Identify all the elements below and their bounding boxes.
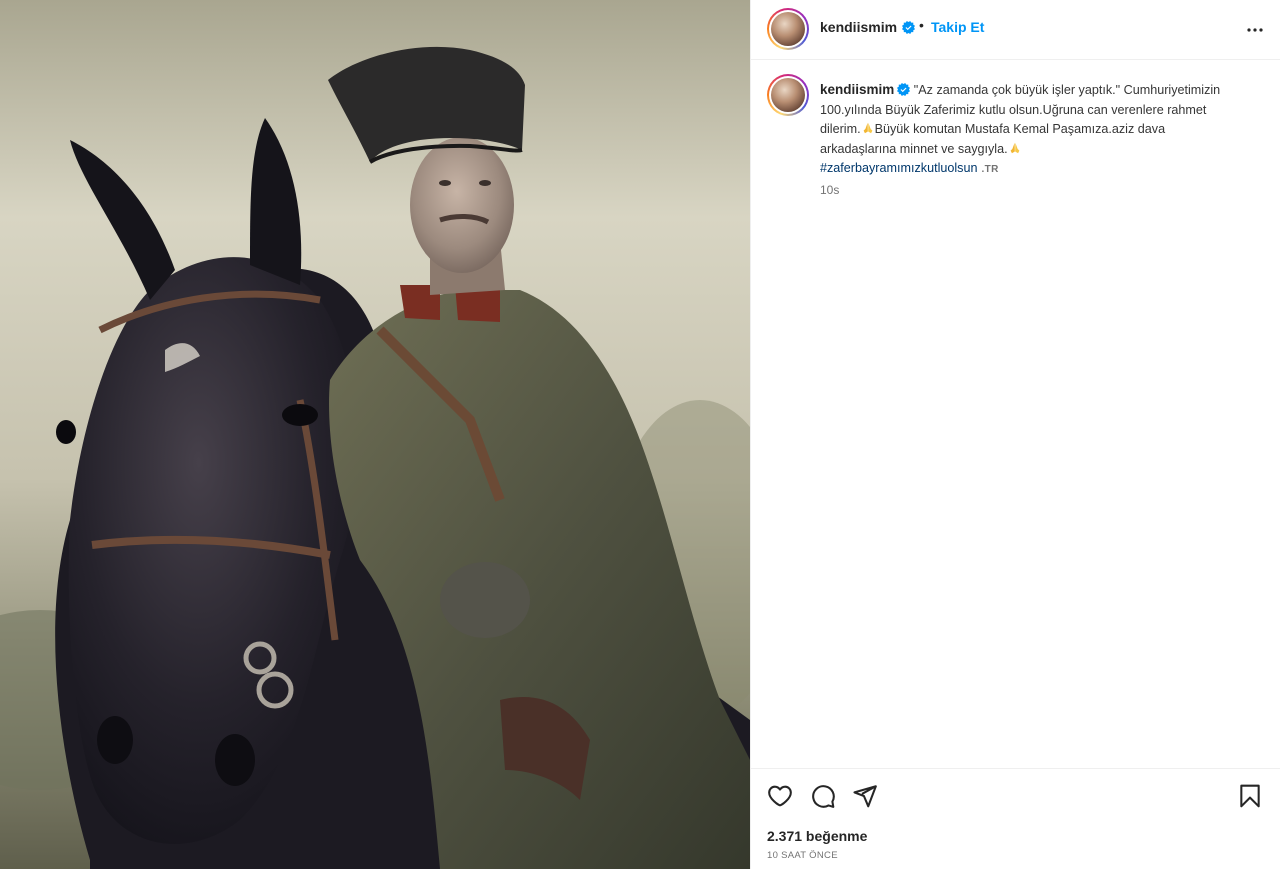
heart-icon[interactable] (767, 783, 793, 809)
hashtag-link[interactable]: #zaferbayramımızkutluolsun (820, 161, 978, 175)
tr-tag: .TR (981, 164, 999, 175)
caption-avatar[interactable] (767, 74, 809, 116)
post-header: kendiismim • Takip Et (751, 0, 1280, 60)
profile-avatar[interactable] (767, 8, 809, 50)
folded-hands-icon (863, 122, 872, 134)
more-options-button[interactable] (1243, 18, 1267, 42)
caption-username[interactable]: kendiismim (820, 82, 894, 97)
verified-badge-icon (897, 83, 911, 96)
header-username[interactable]: kendiismim (820, 19, 897, 35)
post-image-illustration (0, 0, 750, 869)
share-icon[interactable] (852, 783, 878, 809)
post-image[interactable] (0, 0, 750, 869)
separator-dot: • (919, 17, 924, 33)
more-horizontal-icon (1247, 28, 1263, 32)
comment-icon[interactable] (810, 783, 836, 809)
caption-timestamp[interactable]: 10s (820, 183, 839, 197)
folded-hands-icon (1010, 142, 1019, 153)
bookmark-icon[interactable] (1237, 783, 1263, 809)
likes-count[interactable]: 2.371 beğenme (767, 828, 867, 844)
verified-badge-icon (902, 21, 915, 34)
post-actions: 2.371 beğenme 10 SAAT ÖNCE (751, 768, 1280, 869)
post-timestamp[interactable]: 10 SAAT ÖNCE (767, 850, 838, 861)
post-side-panel: kendiismim • Takip Et kendiismim "Az zam… (750, 0, 1280, 869)
post-caption: kendiismim "Az zamanda çok büyük işler y… (820, 80, 1240, 180)
follow-button[interactable]: Takip Et (931, 19, 984, 35)
